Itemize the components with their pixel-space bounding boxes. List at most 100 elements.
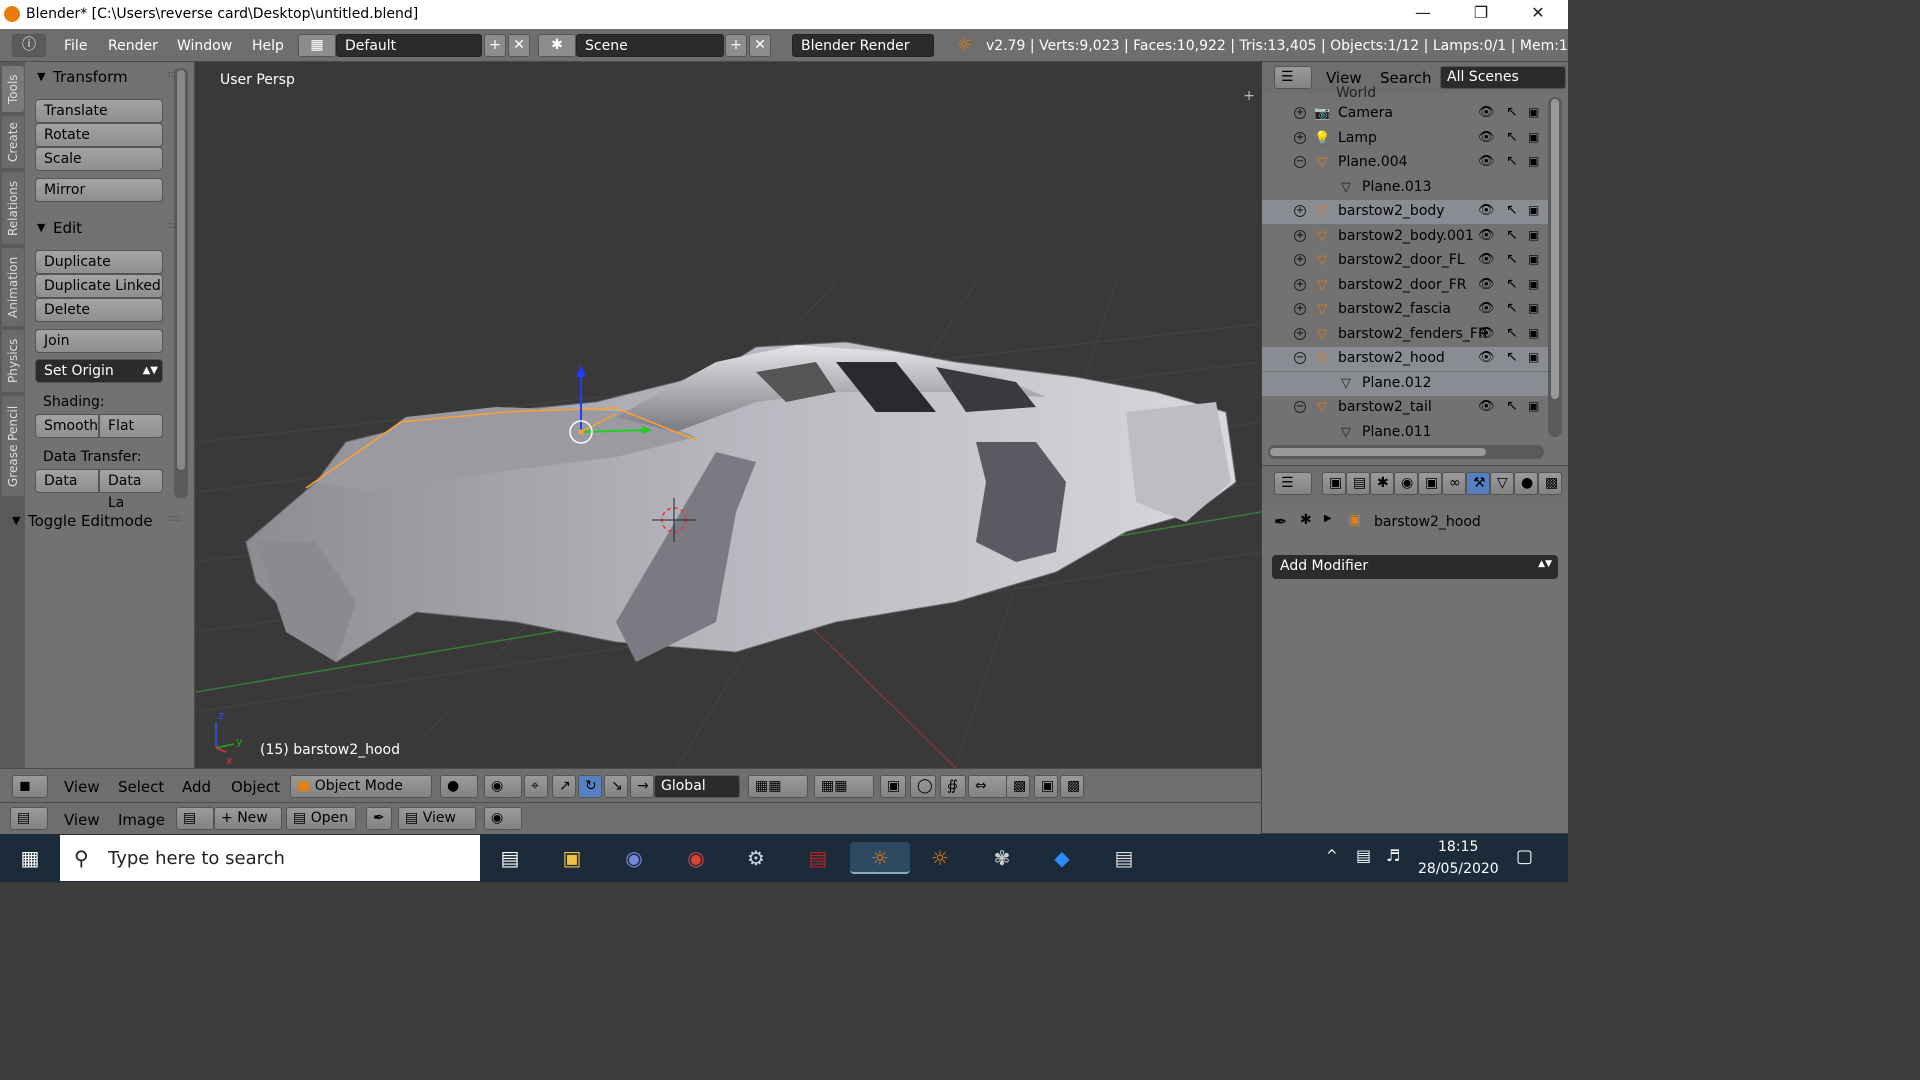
windows-start-icon[interactable]: ▦ (14, 842, 46, 874)
viewport-menu-select[interactable]: Select (118, 778, 164, 796)
chrome-icon[interactable]: ◉ (680, 842, 712, 874)
visibility-eye-icon[interactable]: 👁 (1478, 105, 1495, 120)
open-image-button[interactable]: ▤ Open (286, 807, 356, 830)
visibility-eye-icon[interactable]: 👁 (1478, 350, 1495, 365)
expand-toggle-icon[interactable]: − (1294, 401, 1306, 413)
editor-type-3dview-icon[interactable]: ◼ (12, 775, 48, 798)
editor-type-outliner-icon[interactable]: ☰ (1274, 66, 1312, 89)
visibility-eye-icon[interactable]: 👁 (1478, 399, 1495, 414)
outliner-row[interactable]: + ▽ barstow2_body 👁 ↖ ▣ (1262, 200, 1548, 224)
outliner-row[interactable]: + 💡 Lamp 👁 ↖ ▣ (1262, 127, 1548, 151)
edit-panel-header[interactable]: ▼ Edit :::: (25, 216, 195, 240)
snap-target-icon[interactable]: ▩ (1006, 775, 1030, 798)
toolshelf-scrollbar[interactable] (174, 68, 188, 498)
transform-panel-header[interactable]: ▼ Transform :::: (25, 65, 195, 89)
translate-button[interactable]: Translate (35, 99, 163, 123)
scale-manipulator-icon[interactable]: ↘ (604, 775, 628, 798)
tab-tools[interactable]: Tools (2, 66, 24, 112)
viewport-menu-view[interactable]: View (64, 778, 100, 796)
expand-toggle-icon[interactable]: + (1294, 303, 1306, 315)
world-tab-icon[interactable]: ◉ (1394, 472, 1418, 495)
expand-toggle-icon[interactable]: + (1294, 278, 1306, 291)
pivot-icon[interactable]: ◉ (484, 807, 522, 830)
restore-icon[interactable]: ❐ (1466, 3, 1496, 25)
visibility-eye-icon[interactable]: 👁 (1478, 252, 1495, 267)
renderable-camera-icon[interactable]: ▣ (1528, 130, 1539, 144)
viewport-menu-object[interactable]: Object (231, 778, 280, 796)
image-browse-icon[interactable]: ▤ (176, 807, 214, 830)
outliner-h-scrollbar[interactable] (1268, 445, 1544, 459)
outliner-menu-search[interactable]: Search (1380, 69, 1432, 87)
expand-toggle-icon[interactable]: + (1294, 107, 1306, 119)
selectable-cursor-icon[interactable]: ↖ (1506, 251, 1518, 267)
roblox-studio-icon[interactable]: ◆ (1046, 842, 1078, 874)
selectable-cursor-icon[interactable]: ↖ (1506, 104, 1518, 120)
outliner-row[interactable]: + ▽ barstow2_body.001 👁 ↖ ▣ (1262, 225, 1548, 249)
blender-taskbar-icon-active[interactable]: ☼ (850, 842, 910, 874)
volume-icon[interactable]: ♬ (1386, 846, 1400, 865)
mode-dropdown[interactable]: ▣ Object Mode (290, 775, 432, 798)
visibility-eye-icon[interactable]: 👁 (1478, 154, 1495, 169)
tab-create[interactable]: Create (2, 116, 24, 168)
panel-grip-icon[interactable]: :::: (168, 513, 181, 524)
expand-toggle-icon[interactable]: + (1294, 131, 1306, 144)
orientation-dropdown[interactable]: Global (654, 775, 740, 798)
normal-manipulator-icon[interactable]: → (630, 775, 654, 798)
remove-layout-icon[interactable]: ✕ (508, 34, 530, 57)
texture-tab-icon[interactable]: ▩ (1538, 472, 1562, 495)
scrollbar-thumb[interactable] (1551, 99, 1559, 399)
menu-help[interactable]: Help (252, 38, 284, 54)
outliner-row[interactable]: + ▽ barstow2_door_FL 👁 ↖ ▣ (1262, 249, 1548, 273)
clock-date[interactable]: 28/05/2020 (1418, 861, 1499, 877)
outliner-row[interactable]: + ▽ barstow2_fenders_FR 👁 ↖ ▣ (1262, 323, 1548, 347)
scale-button[interactable]: Scale (35, 147, 163, 171)
pivot-point-icon[interactable]: ◉ (484, 775, 522, 798)
editor-type-image-icon[interactable]: ▤ (10, 807, 48, 830)
renderable-camera-icon[interactable]: ▣ (1528, 399, 1539, 413)
scene-dropdown[interactable]: Scene (576, 34, 724, 57)
image-view-mode-dropdown[interactable]: ▤ View (398, 807, 476, 830)
expand-toggle-icon[interactable]: + (1294, 254, 1306, 266)
selectable-cursor-icon[interactable]: ↖ (1506, 398, 1518, 414)
scrollbar-thumb[interactable] (177, 70, 185, 470)
image-menu-image[interactable]: Image (118, 811, 165, 829)
duplicate-linked-button[interactable]: Duplicate Linked (35, 274, 163, 298)
editor-type-info-icon[interactable]: ⓘ (12, 34, 46, 57)
rotate-manipulator-icon[interactable]: ↻ (578, 775, 602, 798)
menu-render[interactable]: Render (108, 38, 158, 54)
render-tab-icon[interactable]: ▣ (1322, 472, 1346, 495)
outliner-row[interactable]: + ▽ barstow2_door_FR 👁 ↖ ▣ (1262, 274, 1548, 298)
add-layout-icon[interactable]: + (484, 34, 506, 57)
tab-physics[interactable]: Physics (2, 330, 24, 392)
material-tab-icon[interactable]: ● (1514, 472, 1538, 495)
properties-panel-toggle-icon[interactable]: + (1243, 88, 1255, 104)
pin-image-icon[interactable]: ✒ (366, 807, 392, 830)
layers-right-icon[interactable]: ▦▦ (814, 775, 874, 798)
tab-animation[interactable]: Animation (2, 248, 24, 326)
winrar-icon[interactable]: ▤ (802, 842, 834, 874)
expand-toggle-icon[interactable]: − (1294, 156, 1306, 168)
render-layers-tab-icon[interactable]: ▤ (1346, 472, 1370, 495)
new-image-button[interactable]: + New (214, 807, 282, 830)
snap-toggle-icon[interactable]: ∯ (940, 775, 966, 798)
visibility-eye-icon[interactable]: 👁 (1478, 203, 1495, 218)
selectable-cursor-icon[interactable]: ↖ (1506, 276, 1518, 292)
steam-icon[interactable]: ⚙ (740, 842, 772, 874)
visibility-eye-icon[interactable]: 👁 (1478, 130, 1495, 145)
renderable-camera-icon[interactable]: ▣ (1528, 301, 1539, 315)
renderable-camera-icon[interactable]: ▣ (1528, 203, 1539, 217)
translate-manipulator-icon[interactable]: ↗ (552, 775, 576, 798)
selectable-cursor-icon[interactable]: ↖ (1506, 153, 1518, 169)
smooth-shading-button[interactable]: Smooth (35, 414, 99, 438)
delete-button[interactable]: Delete (35, 298, 163, 322)
data-transfer-button[interactable]: Data (35, 469, 99, 493)
object-tab-icon[interactable]: ▣ (1418, 472, 1442, 495)
close-icon[interactable]: ✕ (1523, 3, 1553, 25)
expand-toggle-icon[interactable]: − (1294, 352, 1306, 364)
car-body-mesh[interactable] (245, 341, 1237, 663)
opengl-render-icon[interactable]: ▣ (1034, 775, 1058, 798)
expand-toggle-icon[interactable]: + (1294, 327, 1306, 340)
outliner-row[interactable]: − ▽ barstow2_tail 👁 ↖ ▣ (1262, 396, 1548, 420)
outliner-row[interactable]: ▽ Plane.013 (1262, 176, 1548, 200)
chevron-up-icon[interactable]: ^ (1326, 848, 1338, 864)
